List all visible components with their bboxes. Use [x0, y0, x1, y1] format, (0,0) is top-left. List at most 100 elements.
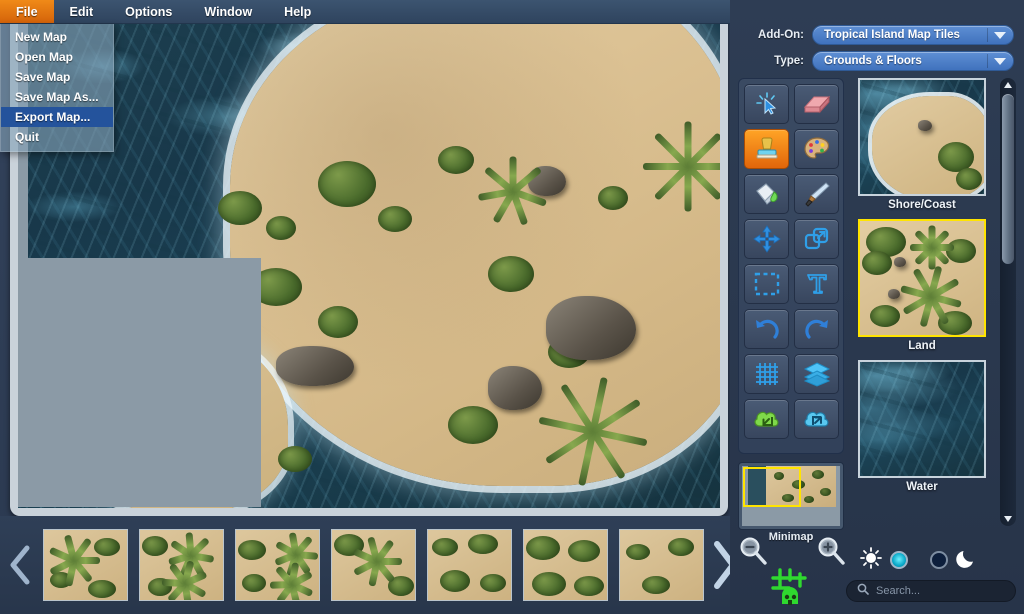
right-panel: Add-On: Tropical Island Map Tiles Type: … [730, 0, 1024, 614]
menu-file[interactable]: File [0, 0, 54, 23]
rock-formation [488, 366, 542, 410]
menu-item-new-map[interactable]: New Map [1, 27, 113, 47]
scrollbar-thumb[interactable] [1002, 94, 1014, 264]
night-mode-radio[interactable] [930, 551, 948, 569]
foliage-blob [318, 306, 358, 338]
filmstrip-tile-5[interactable] [523, 529, 608, 601]
tile-filmstrip [0, 516, 730, 614]
category-label-water: Water [852, 481, 992, 493]
foliage-blob [448, 406, 498, 444]
map-canvas-frame [10, 0, 728, 516]
filmstrip-tile-4[interactable] [427, 529, 512, 601]
redo-tool[interactable] [794, 309, 839, 349]
search-icon [857, 582, 869, 600]
fill-bucket-tool[interactable] [744, 174, 789, 214]
zoom-out-button[interactable] [738, 536, 770, 571]
category-thumbnail-water[interactable] [858, 360, 986, 478]
rock-formation [546, 296, 636, 360]
category-label-shore-coast: Shore/Coast [852, 199, 992, 211]
type-dropdown[interactable]: Grounds & Floors [812, 51, 1014, 71]
search-box[interactable] [846, 580, 1016, 602]
filmstrip-tile-1[interactable] [139, 529, 224, 601]
resize-tool[interactable] [794, 219, 839, 259]
category-item-land[interactable]: Land [852, 219, 992, 352]
category-item-water[interactable]: Water [852, 360, 992, 493]
foliage-blob [218, 191, 262, 225]
undo-tool[interactable] [744, 309, 789, 349]
chevron-down-icon [994, 58, 1006, 65]
addon-selector-row: Add-On: Tropical Island Map Tiles [730, 24, 1024, 46]
filmstrip-tile-0[interactable] [43, 529, 128, 601]
foliage-blob [318, 161, 376, 207]
text-tool[interactable] [794, 264, 839, 304]
eraser-tool[interactable] [794, 84, 839, 124]
filmstrip-tiles [40, 529, 704, 601]
stamp-tool[interactable] [744, 129, 789, 169]
minimap[interactable] [738, 462, 844, 530]
minimap-viewport-indicator[interactable] [743, 467, 801, 507]
type-dropdown-value: Grounds & Floors [813, 55, 922, 67]
menu-window[interactable]: Window [188, 0, 268, 23]
menu-options[interactable]: Options [109, 0, 188, 23]
sun-icon [860, 547, 882, 574]
tool-palette [738, 78, 844, 454]
zoom-in-button[interactable] [816, 536, 848, 571]
category-thumbnail-land[interactable] [858, 219, 986, 337]
palm-tree [643, 121, 720, 211]
chevron-down-icon [994, 32, 1006, 39]
cloud-upload-tool[interactable] [794, 399, 839, 439]
day-night-toggle-group [860, 546, 980, 574]
category-item-shore-coast[interactable]: Shore/Coast [852, 78, 992, 211]
marquee-select-tool[interactable] [744, 264, 789, 304]
day-mode-radio[interactable] [890, 551, 908, 569]
filmstrip-tile-6[interactable] [619, 529, 704, 601]
minimap-canvas [742, 466, 840, 526]
filmstrip-tile-3[interactable] [331, 529, 416, 601]
moon-icon [956, 547, 978, 574]
menu-item-save-map[interactable]: Save Map [1, 67, 113, 87]
tile-category-list: Shore/Coast L [852, 78, 992, 501]
addon-dropdown[interactable]: Tropical Island Map Tiles [812, 25, 1014, 45]
map-grid-building-icon[interactable] [768, 566, 810, 613]
palm-tree [538, 376, 648, 486]
menu-item-save-map-as[interactable]: Save Map As... [1, 87, 113, 107]
menu-item-export-map[interactable]: Export Map... [1, 107, 113, 127]
search-input[interactable] [876, 585, 1005, 597]
grid-tool[interactable] [744, 354, 789, 394]
unfilled-map-region [18, 258, 261, 507]
cloud-download-tool[interactable] [744, 399, 789, 439]
foliage-blob [438, 146, 474, 174]
category-scrollbar[interactable] [1000, 78, 1016, 526]
rock-formation [276, 346, 354, 386]
dropdown-divider [987, 54, 988, 68]
filmstrip-prev-button[interactable] [0, 544, 40, 586]
paintbrush-tool[interactable] [794, 174, 839, 214]
scroll-up-arrow-icon[interactable] [1000, 78, 1016, 92]
scroll-down-arrow-icon[interactable] [1000, 512, 1016, 526]
foliage-blob [278, 446, 312, 472]
file-menu-dropdown: New Map Open Map Save Map Save Map As...… [0, 24, 114, 152]
foliage-blob [488, 256, 534, 292]
menu-item-open-map[interactable]: Open Map [1, 47, 113, 67]
type-label: Type: [740, 55, 812, 67]
move-tool[interactable] [744, 219, 789, 259]
category-thumbnail-shore-coast[interactable] [858, 78, 986, 196]
addon-dropdown-value: Tropical Island Map Tiles [813, 29, 960, 41]
layers-tool[interactable] [794, 354, 839, 394]
foliage-blob [598, 186, 628, 210]
workspace: File Edit Options Window Help New Map Op… [0, 0, 730, 614]
menu-bar: File Edit Options Window Help [0, 0, 730, 24]
menu-help[interactable]: Help [268, 0, 327, 23]
map-canvas[interactable] [18, 6, 720, 508]
addon-label: Add-On: [740, 29, 812, 41]
foliage-blob [378, 206, 412, 232]
filmstrip-tile-2[interactable] [235, 529, 320, 601]
select-cursor-tool[interactable] [744, 84, 789, 124]
menu-edit[interactable]: Edit [54, 0, 110, 23]
menu-item-quit[interactable]: Quit [1, 127, 113, 147]
foliage-blob [266, 216, 296, 240]
type-selector-row: Type: Grounds & Floors [730, 50, 1024, 72]
palette-tool[interactable] [794, 129, 839, 169]
palm-tree [478, 156, 548, 226]
dropdown-divider [987, 28, 988, 42]
